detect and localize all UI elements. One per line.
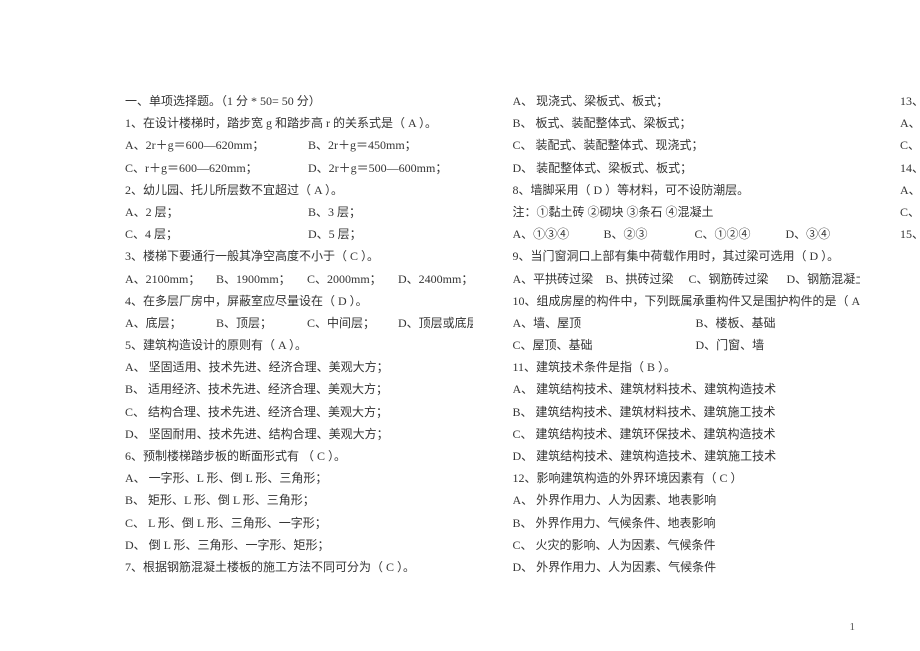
q1-opt-b: B、2r＋g＝450mm； [308, 134, 473, 156]
q5-stem: 5、建筑构造设计的原则有（ A ）。 [125, 334, 473, 356]
q14-opt-a: A、粗糙与细微 [900, 179, 920, 201]
q10-opts-row1: A、墙、屋顶 B、楼板、基础 [513, 312, 861, 334]
q3-opt-a: A、2100mm； [125, 268, 213, 290]
q2-opts-row1: A、2 层； B、3 层； [125, 201, 473, 223]
q13-opts-row1: A、建筑的主立面 B、建筑的檐口部位； [900, 112, 920, 134]
page-number: 1 [850, 621, 856, 633]
q3-opt-d: D、2400mm； [398, 268, 473, 290]
q11-opt-d: D、 建筑结构技术、建筑构造技术、建筑施工技术 [513, 445, 861, 467]
q7-opt-b: B、 板式、装配整体式、梁板式； [513, 112, 861, 134]
q14-opt-c: C、厚重与轻盈 [900, 201, 920, 223]
q13-opt-a: A、建筑的主立面 [900, 112, 920, 134]
q3-opt-b: B、1900mm； [216, 268, 304, 290]
q9-stem: 9、当门窗洞口上部有集中荷载作用时，其过梁可选用（ D ）。 [513, 245, 861, 267]
q14-stem: 14、住宅建筑常利用阳台与凹廊形成 （ B ）的变化。 [900, 157, 920, 179]
q10-opt-c: C、屋顶、基础 [513, 334, 693, 356]
q11-stem: 11、建筑技术条件是指（ B ）。 [513, 356, 861, 378]
q11-opt-a: A、 建筑结构技术、建筑材料技术、建筑构造技术 [513, 378, 861, 400]
q2-stem: 2、幼儿园、托儿所层数不宜超过（ A ）。 [125, 179, 473, 201]
q14-opts-row2: C、厚重与轻盈 D、简单与复杂 [900, 201, 920, 223]
q8-opts: A、①③④ B、②③ C、①②④ D、③④ [513, 223, 861, 245]
q9-opt-a: A、平拱砖过梁 [513, 268, 603, 290]
q8-note: 注：①黏土砖 ②砌块 ③条石 ④混凝土 [513, 201, 861, 223]
q1-opt-a: A、2r＋g＝600—620mm； [125, 134, 305, 156]
q7-opt-a: A、 现浇式、梁板式、板式； [513, 90, 861, 112]
q8-stem: 8、墙脚采用（ D ）等材料，可不设防潮层。 [513, 179, 861, 201]
q4-opt-b: B、顶层； [216, 312, 304, 334]
exam-page: 一、单项选择题。（1 分 * 50= 50 分） 1、在设计楼梯时，踏步宽 g … [0, 0, 920, 620]
q6-opt-c: C、 L 形、倒 L 形、三角形、一字形； [125, 512, 473, 534]
q12-opt-a: A、 外界作用力、人为因素、地表影响 [513, 489, 861, 511]
q6-opt-a: A、 一字形、L 形、倒 L 形、三角形； [125, 467, 473, 489]
q6-opt-b: B、 矩形、L 形、倒 L 形、三角形； [125, 489, 473, 511]
q4-opts: A、底层； B、顶层； C、中间层； D、顶层或底层； [125, 312, 473, 334]
q2-opt-d: D、5 层； [308, 223, 473, 245]
q3-stem: 3、楼梯下要通行一般其净空高度不小于（ C ）。 [125, 245, 473, 267]
q10-opt-a: A、墙、屋顶 [513, 312, 693, 334]
q3-opt-c: C、2000mm； [307, 268, 395, 290]
q14-opts-row1: A、粗糙与细微 B、虚实与凹凸 [900, 179, 920, 201]
q5-opt-d: D、 坚固耐用、技术先进、结构合理、美观大方； [125, 423, 473, 445]
q11-opt-c: C、 建筑结构技术、建筑环保技术、建筑构造技术 [513, 423, 861, 445]
q12-stem: 12、影响建筑构造的外界环境因素有（ C ） [513, 467, 861, 489]
q15-stem: 15、（ A ）是一切形式美的基本规律。 [900, 223, 920, 245]
q9-opt-c: C、钢筋砖过梁 [689, 268, 784, 290]
q1-stem: 1、在设计楼梯时，踏步宽 g 和踏步高 r 的关系式是（ A ）。 [125, 112, 473, 134]
q7-stem: 7、根据钢筋混凝土楼板的施工方法不同可分为（ C ）。 [125, 556, 473, 578]
q4-opt-c: C、中间层； [307, 312, 395, 334]
q12-opt-c: C、 火灾的影响、人为因素、气候条件 [513, 534, 861, 556]
q5-opt-a: A、 坚固适用、技术先进、经济合理、美观大方； [125, 356, 473, 378]
q12-opt-d: D、 外界作用力、人为因素、气候条件 [513, 556, 861, 578]
q8-opt-d: D、③④ [786, 223, 861, 245]
q7-opt-c: C、 装配式、装配整体式、现浇式； [513, 134, 861, 156]
q12-opt-b: B、 外界作用力、气候条件、地表影响 [513, 512, 861, 534]
q2-opt-a: A、2 层； [125, 201, 305, 223]
q13-stem: 13、立面的重点处理部位主要是指（ C ）。 [900, 90, 920, 112]
q9-opts: A、平拱砖过梁 B、拱砖过梁 C、钢筋砖过梁 D、钢筋混凝土过梁 [513, 268, 861, 290]
q9-opt-b: B、拱砖过梁 [606, 268, 686, 290]
q10-stem: 10、组成房屋的构件中，下列既属承重构件又是围护构件的是（ A ）。 [513, 290, 861, 312]
q4-stem: 4、在多层厂房中，屏蔽室应尽量设在（ D ）。 [125, 290, 473, 312]
q1-opt-d: D、2r＋g＝500—600mm； [308, 157, 473, 179]
q1-opt-c: C、r＋g＝600—620mm； [125, 157, 305, 179]
q2-opts-row2: C、4 层； D、5 层； [125, 223, 473, 245]
section-title: 一、单项选择题。（1 分 * 50= 50 分） [125, 90, 473, 112]
q5-opt-c: C、 结构合理、技术先进、经济合理、美观大方； [125, 401, 473, 423]
q10-opt-d: D、门窗、墙 [696, 334, 861, 356]
q8-opt-a: A、①③④ [513, 223, 601, 245]
q11-opt-b: B、 建筑结构技术、建筑材料技术、建筑施工技术 [513, 401, 861, 423]
q1-opts-row2: C、r＋g＝600—620mm； D、2r＋g＝500—600mm； [125, 157, 473, 179]
q13-opts-row2: C、建筑的主要出入口 D、建筑的复杂部位； [900, 134, 920, 156]
q7-opt-d: D、 装配整体式、梁板式、板式； [513, 157, 861, 179]
q4-opt-a: A、底层； [125, 312, 213, 334]
q10-opts-row2: C、屋顶、基础 D、门窗、墙 [513, 334, 861, 356]
q10-opt-b: B、楼板、基础 [696, 312, 861, 334]
q1-opts-row1: A、2r＋g＝600—620mm； B、2r＋g＝450mm； [125, 134, 473, 156]
q9-opt-d: D、钢筋混凝土过梁 [787, 268, 861, 290]
q8-opt-c: C、①②④ [695, 223, 783, 245]
q6-stem: 6、预制楼梯踏步板的断面形式有 （ C ）。 [125, 445, 473, 467]
q4-opt-d: D、顶层或底层； [398, 312, 473, 334]
q13-opt-c: C、建筑的主要出入口 [900, 134, 920, 156]
q2-opt-c: C、4 层； [125, 223, 305, 245]
q5-opt-b: B、 适用经济、技术先进、经济合理、美观大方； [125, 378, 473, 400]
q8-opt-b: B、②③ [604, 223, 692, 245]
q3-opts: A、2100mm； B、1900mm； C、2000mm； D、2400mm； [125, 268, 473, 290]
q6-opt-d: D、 倒 L 形、三角形、一字形、矩形； [125, 534, 473, 556]
q2-opt-b: B、3 层； [308, 201, 473, 223]
